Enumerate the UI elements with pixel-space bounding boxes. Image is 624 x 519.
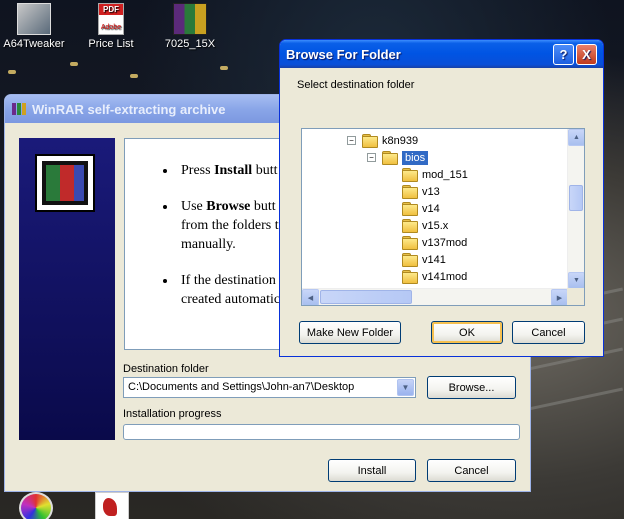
winrar-archive-icon — [173, 3, 207, 35]
desktop-icon-label: Price List — [88, 38, 134, 50]
installation-progress-bar — [123, 424, 520, 440]
scrollbar-corner — [567, 288, 584, 305]
city-light — [70, 62, 78, 66]
browse-title: Browse For Folder — [286, 46, 401, 62]
browse-button[interactable]: Browse... — [427, 376, 516, 399]
tree-item-k8n939[interactable]: − k8n939 — [347, 132, 418, 149]
desktop-icon-a64tweaker[interactable]: A64Tweaker — [0, 3, 74, 50]
tree-item-label: v13 — [422, 185, 440, 198]
help-icon: ? — [559, 46, 568, 62]
tree-item[interactable]: v141 — [402, 251, 446, 268]
folder-open-icon — [382, 151, 398, 165]
scroll-right-icon[interactable]: ▶ — [551, 289, 568, 305]
folder-icon — [402, 253, 418, 267]
installation-progress-label: Installation progress — [123, 408, 222, 420]
browse-for-folder-dialog: Browse For Folder ? X Select destination… — [279, 39, 604, 357]
city-light — [220, 66, 228, 70]
pdf-icon — [98, 3, 124, 35]
destination-folder-label: Destination folder — [123, 363, 209, 375]
close-icon: X — [582, 46, 591, 62]
make-new-folder-button[interactable]: Make New Folder — [299, 321, 401, 344]
folder-icon — [402, 202, 418, 216]
scroll-left-icon[interactable]: ◀ — [302, 289, 319, 305]
ok-button[interactable]: OK — [431, 321, 503, 344]
tree-item[interactable]: v141mod — [402, 268, 467, 285]
winrar-logo-icon — [35, 154, 95, 212]
vertical-scrollbar[interactable]: ▲ ▼ — [567, 129, 584, 289]
tree-item[interactable]: v137mod — [402, 234, 467, 251]
chevron-down-icon[interactable]: ▼ — [397, 379, 414, 396]
cd-media-icon — [19, 492, 53, 519]
scroll-up-icon[interactable]: ▲ — [568, 129, 584, 146]
destination-folder-combo[interactable]: C:\Documents and Settings\John-an7\Deskt… — [123, 377, 416, 398]
tree-item[interactable]: v13 — [402, 183, 440, 200]
folder-icon — [402, 185, 418, 199]
winrar-banner — [19, 138, 115, 440]
tree-item-label: v141mod — [422, 270, 468, 283]
winrar-title: WinRAR self-extracting archive — [32, 101, 226, 117]
folder-icon — [402, 168, 418, 182]
folder-icon — [362, 134, 378, 148]
desktop-icon-label: 7025_15X — [164, 38, 216, 50]
help-button[interactable]: ? — [553, 43, 574, 65]
folder-icon — [402, 236, 418, 250]
tree-item[interactable]: mod_151 — [402, 166, 468, 183]
winrar-icon — [12, 103, 26, 115]
tree-item-label: v15.x — [422, 219, 449, 232]
desktop-icon-media[interactable] — [0, 492, 76, 519]
destination-folder-value: C:\Documents and Settings\John-an7\Deskt… — [128, 381, 355, 393]
folder-tree[interactable]: − k8n939 − bios mod_151 v13 v14 v15.x v1… — [301, 128, 585, 306]
install-button[interactable]: Install — [328, 459, 416, 482]
browse-prompt: Select destination folder — [297, 79, 415, 91]
desktop-icon-price-list[interactable]: Price List — [71, 3, 151, 50]
horizontal-scroll-thumb[interactable] — [320, 290, 412, 304]
tree-item-label: k8n939 — [382, 134, 419, 147]
scroll-down-icon[interactable]: ▼ — [568, 272, 584, 289]
tree-item[interactable]: v14 — [402, 200, 440, 217]
city-light — [8, 70, 16, 74]
tree-item-label: v14 — [422, 202, 440, 215]
a64tweaker-icon — [17, 3, 51, 35]
close-button[interactable]: X — [576, 43, 597, 65]
city-light — [130, 74, 138, 78]
collapse-icon[interactable]: − — [367, 153, 376, 162]
tree-item-bios[interactable]: − bios — [367, 149, 429, 166]
browse-titlebar[interactable]: Browse For Folder ? X — [280, 40, 603, 68]
tree-item-label: v137mod — [422, 236, 468, 249]
folder-icon — [402, 270, 418, 284]
browse-cancel-button[interactable]: Cancel — [512, 321, 585, 344]
tree-item-label: bios — [402, 150, 429, 165]
app-icon — [95, 492, 129, 519]
desktop-icon-label: A64Tweaker — [3, 38, 65, 50]
collapse-icon[interactable]: − — [347, 136, 356, 145]
cancel-button[interactable]: Cancel — [427, 459, 516, 482]
desktop-icon-app[interactable] — [72, 492, 152, 519]
vertical-scroll-thumb[interactable] — [569, 185, 583, 211]
horizontal-scrollbar[interactable]: ◀ ▶ — [302, 288, 568, 305]
folder-icon — [402, 219, 418, 233]
desktop-icon-7025-15x[interactable]: 7025_15X — [150, 3, 230, 50]
tree-item-label: v141 — [422, 253, 446, 266]
tree-item-label: mod_151 — [422, 168, 468, 181]
tree-item[interactable]: v15.x — [402, 217, 448, 234]
